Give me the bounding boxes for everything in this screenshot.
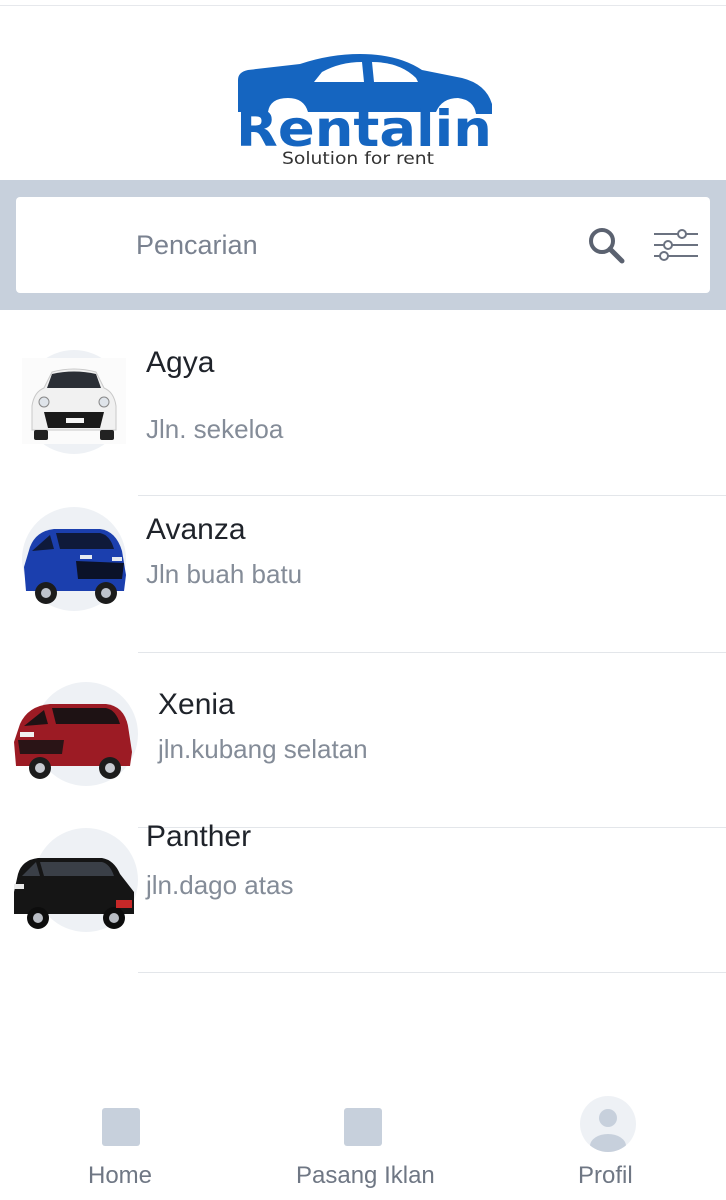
status-bar-edge <box>0 0 726 6</box>
nav-pasang-iklan-label: Pasang Iklan <box>296 1162 435 1189</box>
car-thumbnail-agya <box>22 358 126 444</box>
car-icon <box>14 704 132 779</box>
car-icon <box>14 858 134 929</box>
search-box <box>16 197 710 293</box>
sliders-icon[interactable] <box>652 225 700 265</box>
car-address: jln.dago atas <box>146 870 294 900</box>
car-address: jln.kubang selatan <box>158 734 368 764</box>
car-name: Panther <box>146 820 252 853</box>
post-ad-icon <box>344 1108 382 1146</box>
logo-tagline: Solution for rent <box>282 149 434 166</box>
rentalin-logo: Rentalin Solution for rent <box>236 54 492 166</box>
nav-home[interactable]: Home <box>60 1080 180 1200</box>
search-input[interactable] <box>136 221 536 269</box>
car-name: Xenia <box>158 688 235 721</box>
car-address: Jln buah batu <box>146 559 303 589</box>
car-thumbnail-panther <box>10 848 136 934</box>
list-item-avanza[interactable]: Avanza Jln buah batu <box>0 495 726 655</box>
nav-profil-label: Profil <box>578 1162 633 1189</box>
nav-pasang-iklan[interactable]: Pasang Iklan <box>284 1080 448 1200</box>
bottom-navigation: Home Pasang Iklan Profil <box>0 1080 726 1200</box>
search-bar-container <box>0 180 726 310</box>
list-item-xenia[interactable]: Xenia jln.kubang selatan <box>0 652 726 812</box>
car-thumbnail-xenia <box>10 690 134 780</box>
nav-profil[interactable]: Profil <box>560 1080 660 1200</box>
list-item-panther[interactable]: Panther jln.dago atas <box>0 810 726 970</box>
user-icon <box>580 1096 636 1152</box>
car-name: Agya <box>146 346 215 379</box>
car-name: Avanza <box>146 513 246 546</box>
home-icon <box>102 1108 140 1146</box>
car-thumbnail-avanza <box>20 517 128 607</box>
list-item-agya[interactable]: Agya Jln. sekeloa <box>0 330 726 490</box>
app-screen: Rentalin Solution for rent Pencarian Agy… <box>0 0 726 1200</box>
car-icon <box>22 358 126 444</box>
search-icon[interactable] <box>586 225 626 265</box>
list-divider <box>138 972 726 973</box>
car-icon <box>24 529 126 604</box>
nav-home-label: Home <box>88 1162 153 1189</box>
header-logo: Rentalin Solution for rent <box>0 40 726 170</box>
car-address: Jln. sekeloa <box>146 414 284 444</box>
